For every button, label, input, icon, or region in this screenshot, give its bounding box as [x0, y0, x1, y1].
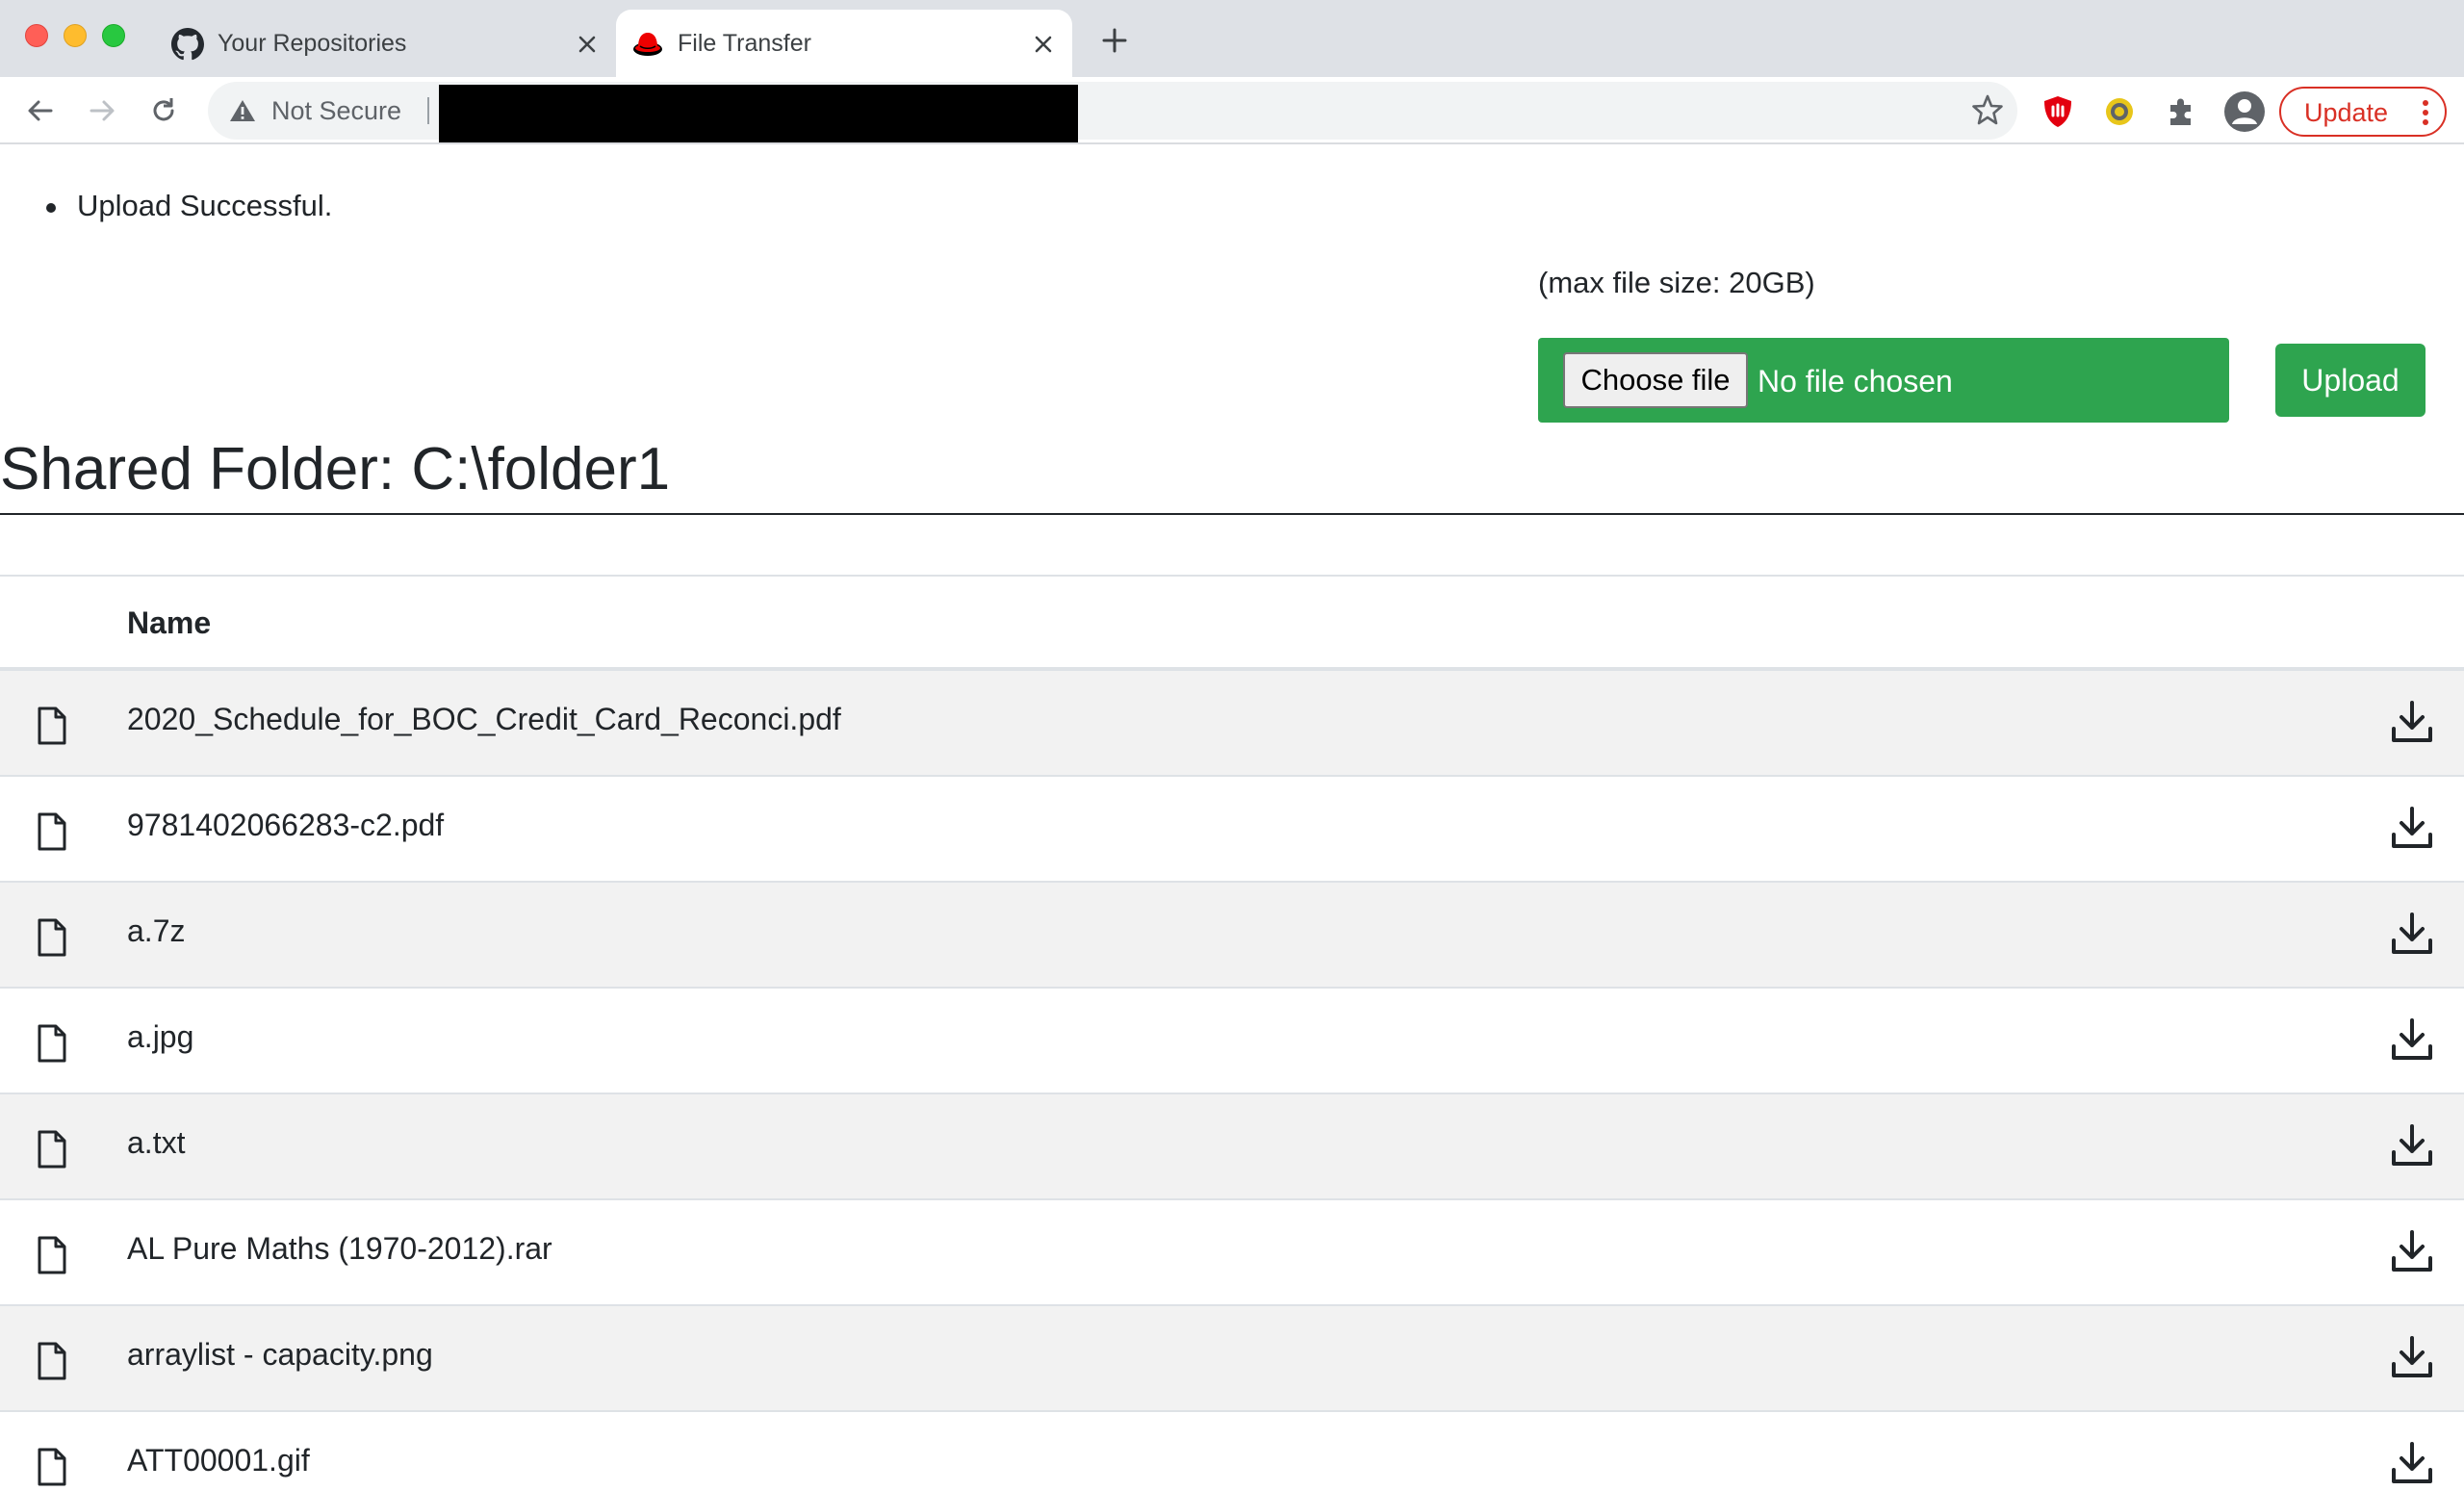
file-name[interactable]: ATT00001.gif: [127, 1443, 310, 1478]
tab-strip: Your Repositories File Transfer: [0, 0, 2464, 79]
browser-toolbar: Not Secure Update: [0, 77, 2464, 144]
table-row: AL Pure Maths (1970-2012).rar: [0, 1200, 2464, 1306]
file-name[interactable]: 9781402066283-c2.pdf: [127, 808, 444, 843]
address-bar[interactable]: Not Secure: [208, 82, 2017, 142]
download-icon[interactable]: [2391, 912, 2433, 956]
star-icon[interactable]: [1971, 93, 2004, 131]
profile-avatar[interactable]: [2223, 90, 2266, 133]
github-icon: [171, 28, 204, 61]
reload-icon: [153, 98, 174, 121]
file-name[interactable]: AL Pure Maths (1970-2012).rar: [127, 1231, 552, 1267]
table-row: 9781402066283-c2.pdf: [0, 777, 2464, 883]
tab-your-repositories[interactable]: Your Repositories: [171, 10, 604, 77]
table-row: 2020_Schedule_for_BOC_Credit_Card_Reconc…: [0, 671, 2464, 777]
file-name[interactable]: a.txt: [127, 1125, 185, 1161]
arrow-left-icon: [28, 100, 53, 121]
back-button[interactable]: [21, 91, 60, 130]
table-row: arraylist - capacity.png: [0, 1306, 2464, 1412]
download-icon[interactable]: [2391, 1229, 2433, 1273]
update-button[interactable]: Update: [2279, 87, 2447, 137]
reload-button[interactable]: [144, 91, 183, 130]
arrow-right-icon: [90, 100, 115, 121]
file-icon: [35, 1129, 69, 1170]
file-name[interactable]: a.jpg: [127, 1019, 193, 1055]
tab-title: Your Repositories: [218, 30, 407, 57]
table-row: ATT00001.gif: [0, 1412, 2464, 1491]
file-icon: [35, 706, 69, 746]
download-icon[interactable]: [2391, 806, 2433, 850]
column-header-name: Name: [127, 605, 212, 640]
file-icon: [35, 1023, 69, 1064]
file-name[interactable]: 2020_Schedule_for_BOC_Credit_Card_Reconc…: [127, 702, 841, 737]
account-icon: [2224, 91, 2265, 132]
tab-file-transfer[interactable]: File Transfer: [631, 10, 1061, 77]
choose-file-button[interactable]: Choose file: [1563, 352, 1748, 408]
upload-button[interactable]: Upload: [2275, 344, 2426, 417]
puzzle-icon[interactable]: [2164, 94, 2198, 129]
page-title: Shared Folder: C:\folder1: [0, 436, 671, 502]
redhat-icon: [631, 28, 664, 61]
warning-icon[interactable]: [229, 98, 256, 128]
update-label: Update: [2304, 98, 2389, 127]
file-input[interactable]: Choose file No file chosen: [1538, 338, 2229, 423]
extension-yellow-icon[interactable]: [2102, 94, 2137, 129]
file-icon: [35, 811, 69, 852]
file-icon: [35, 1341, 69, 1381]
window-close-button[interactable]: [25, 24, 48, 47]
security-label[interactable]: Not Secure: [271, 96, 401, 126]
close-icon[interactable]: [570, 27, 604, 62]
ublock-icon[interactable]: [2040, 94, 2075, 129]
omnibox-divider: [427, 97, 429, 124]
window-minimize-button[interactable]: [64, 24, 87, 47]
table-row: a.jpg: [0, 989, 2464, 1094]
file-icon: [35, 1447, 69, 1487]
url-redacted[interactable]: [439, 85, 1078, 142]
table-header: Name: [0, 577, 2464, 671]
download-icon[interactable]: [2391, 1335, 2433, 1379]
tab-title: File Transfer: [678, 30, 811, 57]
new-tab-button[interactable]: [1097, 23, 1132, 58]
download-icon[interactable]: [2391, 1441, 2433, 1485]
window-zoom-button[interactable]: [102, 24, 125, 47]
title-divider: [0, 513, 2464, 515]
table-row: a.7z: [0, 883, 2464, 989]
file-table-body: 2020_Schedule_for_BOC_Credit_Card_Reconc…: [0, 671, 2464, 1491]
close-icon[interactable]: [1026, 27, 1061, 62]
download-icon[interactable]: [2391, 1123, 2433, 1168]
max-file-size-note: (max file size: 20GB): [1538, 266, 1815, 299]
upload-success-message: Upload Successful.: [77, 189, 333, 222]
file-icon: [35, 917, 69, 958]
forward-button[interactable]: [83, 91, 121, 130]
table-row: a.txt: [0, 1094, 2464, 1200]
plus-icon: [1102, 28, 1127, 53]
more-vert-icon: [2422, 98, 2429, 132]
download-icon[interactable]: [2391, 700, 2433, 744]
file-icon: [35, 1235, 69, 1275]
list-bullet: [46, 203, 56, 213]
file-name[interactable]: arraylist - capacity.png: [127, 1337, 433, 1373]
no-file-chosen-label: No file chosen: [1758, 364, 1953, 398]
file-name[interactable]: a.7z: [127, 913, 185, 949]
download-icon[interactable]: [2391, 1017, 2433, 1062]
